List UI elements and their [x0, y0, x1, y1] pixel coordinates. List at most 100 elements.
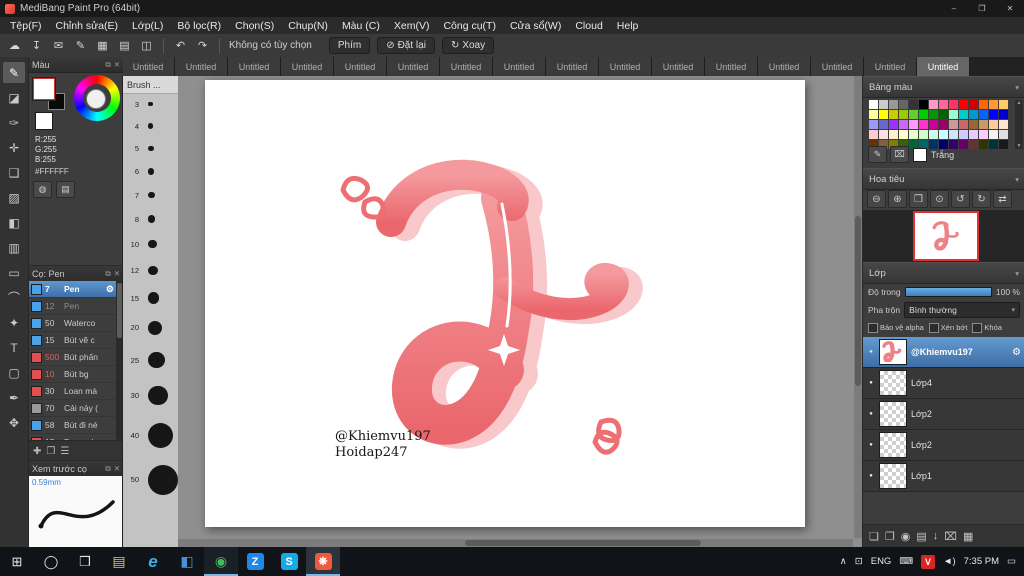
brush-size-8[interactable]: 8 — [123, 207, 179, 231]
h-scrollbar-thumb[interactable] — [465, 540, 701, 546]
slider-mode-icon[interactable]: ▤ — [56, 181, 75, 198]
brush-item-6[interactable]: 10 Bút bg — [29, 366, 116, 383]
layer-settings-icon[interactable]: ⚙ — [1012, 347, 1021, 358]
palette-swatch[interactable] — [979, 110, 988, 119]
zoom-in-icon[interactable]: ⊕ — [888, 190, 907, 208]
palette-swatch[interactable] — [869, 130, 878, 139]
palette-swatch[interactable] — [919, 120, 928, 129]
palette-scrollbar[interactable]: ▲ ▼ — [1015, 100, 1023, 149]
canvas-h-scrollbar[interactable] — [178, 539, 853, 547]
layer-visibility-icon[interactable]: ● — [867, 442, 875, 448]
document-tab-10[interactable]: Untitled — [599, 57, 652, 76]
opacity-slider[interactable] — [904, 286, 992, 297]
layer-item-5[interactable]: ● Lớp1 — [863, 461, 1024, 492]
palette-swatch[interactable] — [879, 110, 888, 119]
brush-size-6[interactable]: 6 — [123, 160, 179, 183]
layer-visibility-icon[interactable]: ● — [867, 411, 875, 417]
network-icon[interactable]: ⊡ — [855, 556, 863, 567]
select-tool[interactable]: ▭ — [3, 262, 25, 283]
palette-swatch[interactable] — [999, 100, 1008, 109]
brush-item-2[interactable]: 12 Pen — [29, 298, 116, 315]
restore-button[interactable]: ❐ — [968, 0, 996, 17]
brush-size-4[interactable]: 4 — [123, 115, 179, 137]
search-button[interactable]: ◯ — [34, 547, 68, 576]
menu-item-7[interactable]: Màu (C) — [335, 20, 387, 32]
menu-item-9[interactable]: Công cụ(T) — [436, 20, 503, 32]
palette-swatch[interactable] — [989, 100, 998, 109]
taskbar-edge-browser[interactable]: e — [136, 547, 170, 576]
brush-settings-icon[interactable]: ⚙ — [106, 284, 114, 295]
palette-swatch[interactable] — [889, 110, 898, 119]
grid-icon[interactable]: ▦ — [93, 37, 112, 54]
taskbar-zalo-app[interactable]: Z — [238, 547, 272, 576]
brush-item-1[interactable]: 7 Pen ⚙ — [29, 281, 116, 298]
palette-swatch[interactable] — [929, 100, 938, 109]
palette-panel-header[interactable]: Bảng màu ▾ — [863, 76, 1024, 98]
foreground-color-swatch[interactable] — [33, 78, 55, 100]
eyedropper-tool[interactable]: ✒ — [3, 387, 25, 408]
document-tab-5[interactable]: Untitled — [334, 57, 387, 76]
language-label[interactable]: ENG — [871, 556, 892, 567]
taskbar-photos-app[interactable]: ◧ — [170, 547, 204, 576]
foreground-background-colors[interactable] — [33, 78, 65, 110]
lasso-tool[interactable]: ⌒ — [3, 287, 25, 308]
close-icon[interactable]: ✕ — [114, 464, 120, 473]
menu-item-3[interactable]: Lớp(L) — [125, 20, 170, 32]
layer-option-checkbox-1[interactable]: Bảo vệ alpha — [868, 322, 924, 333]
palette-swatch[interactable] — [919, 130, 928, 139]
brush-size-10[interactable]: 10 — [123, 231, 179, 257]
document-tab-14[interactable]: Untitled — [811, 57, 864, 76]
layers-panel-header[interactable]: Lớp ▾ — [863, 262, 1024, 284]
layer-item-3[interactable]: ● Lớp2 — [863, 399, 1024, 430]
document-tab-6[interactable]: Untitled — [387, 57, 440, 76]
menu-item-12[interactable]: Help — [610, 20, 646, 32]
palette-swatch[interactable] — [879, 120, 888, 129]
palette-swatch[interactable] — [919, 110, 928, 119]
palette-swatch[interactable] — [939, 110, 948, 119]
document-tab-12[interactable]: Untitled — [705, 57, 758, 76]
palette-swatch[interactable] — [929, 110, 938, 119]
menu-item-6[interactable]: Chụp(N) — [281, 20, 335, 32]
color-panel-header[interactable]: Màu ⧉ ✕ — [29, 57, 123, 73]
delete-layer-icon[interactable]: ⌧ — [944, 530, 957, 543]
taskbar-skype-app[interactable]: S — [272, 547, 306, 576]
brush-item-9[interactable]: 58 Bút đi né — [29, 417, 116, 434]
close-button[interactable]: ✕ — [996, 0, 1024, 17]
navigator-view[interactable] — [863, 210, 1024, 262]
document-tab-1[interactable]: Untitled — [122, 57, 175, 76]
minimize-button[interactable]: – — [940, 0, 968, 17]
palette-swatch[interactable] — [959, 120, 968, 129]
document-tab-16[interactable]: Untitled — [917, 57, 970, 76]
palette-swatch[interactable] — [909, 120, 918, 129]
document-tab-13[interactable]: Untitled — [758, 57, 811, 76]
palette-swatch[interactable] — [959, 130, 968, 139]
chat-icon[interactable]: ✉ — [49, 37, 68, 54]
document-tab-2[interactable]: Untitled — [175, 57, 228, 76]
duplicate-brush-icon[interactable]: ❐ — [46, 446, 55, 457]
palette-swatch[interactable] — [869, 120, 878, 129]
gradient-tool[interactable]: ▥ — [3, 237, 25, 258]
material-icon[interactable]: ▤ — [115, 37, 134, 54]
palette-swatch[interactable] — [879, 100, 888, 109]
shape-tool[interactable]: ▢ — [3, 362, 25, 383]
hand-tool[interactable]: ✥ — [3, 412, 25, 433]
brush-size-20[interactable]: 20 — [123, 312, 179, 343]
palette-swatch[interactable] — [959, 110, 968, 119]
canvas-v-scrollbar[interactable] — [854, 76, 862, 538]
folder-icon[interactable]: ▤ — [916, 530, 926, 543]
palette-swatch[interactable] — [869, 100, 878, 109]
palette-swatch[interactable] — [969, 130, 978, 139]
menu-item-2[interactable]: Chỉnh sửa(E) — [49, 20, 125, 32]
rotate-left-icon[interactable]: ↺ — [951, 190, 970, 208]
palette-swatch[interactable] — [889, 130, 898, 139]
menu-item-4[interactable]: Bộ lọc(R) — [170, 20, 228, 32]
cloud-icon[interactable]: ☁ — [5, 37, 24, 54]
close-icon[interactable]: ✕ — [114, 60, 120, 69]
document-tab-3[interactable]: Untitled — [228, 57, 281, 76]
palette-swatch[interactable] — [899, 130, 908, 139]
palette-swatch[interactable] — [949, 120, 958, 129]
layer-option-checkbox-2[interactable]: Xén bớt — [928, 322, 967, 333]
blend-mode-select[interactable]: Bình thường ▾ — [904, 302, 1020, 318]
palette-swatch[interactable] — [899, 110, 908, 119]
palette-swatch[interactable] — [929, 130, 938, 139]
